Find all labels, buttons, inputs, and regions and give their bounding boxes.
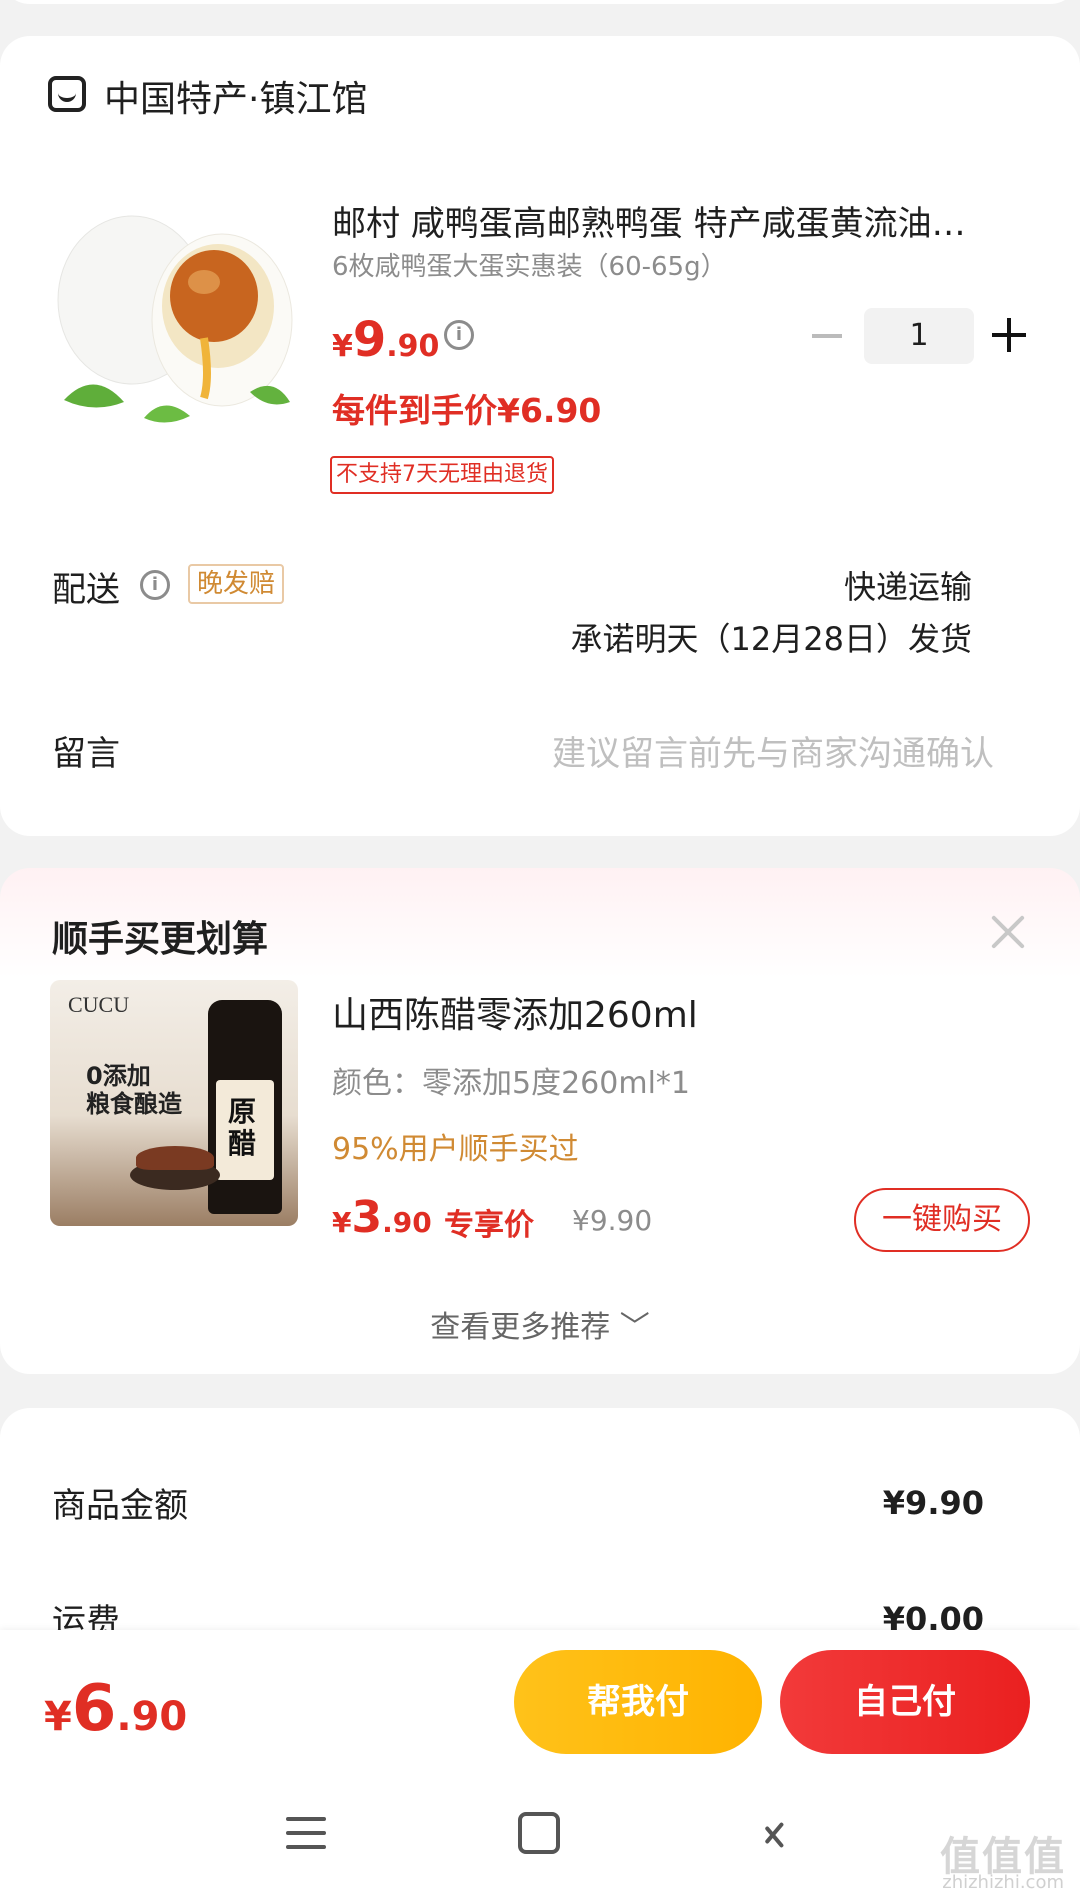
- delivery-label: 配送: [52, 570, 120, 610]
- message-input[interactable]: 建议留言前先与商家沟通确认: [552, 726, 994, 775]
- vinegar-brand-text: CUCU: [68, 992, 130, 1017]
- product-spec[interactable]: 6枚咸鸭蛋大蛋实惠装（60-65g）: [332, 246, 727, 283]
- store-icon: [48, 76, 86, 112]
- home-icon[interactable]: [518, 1812, 560, 1854]
- rec-price-symbol: ¥: [332, 1206, 352, 1239]
- vinegar-grains: [136, 1146, 214, 1170]
- bottle-label-text: 原醋: [228, 1095, 257, 1160]
- recommend-title: 顺手买更划算: [52, 919, 269, 960]
- price-info-icon[interactable]: i: [444, 320, 474, 350]
- return-policy-badge: 不支持7天无理由退货: [330, 456, 554, 494]
- price-integer: 9: [352, 312, 387, 368]
- total-decimal: .90: [116, 1694, 188, 1740]
- late-compensation-badge[interactable]: 晚发赔: [188, 564, 285, 604]
- product-image[interactable]: [54, 188, 294, 438]
- total-symbol: ¥: [44, 1694, 72, 1740]
- delivery-promise[interactable]: 承诺明天（12月28日）发货: [571, 614, 972, 660]
- price-decimal: .90: [386, 329, 440, 364]
- quantity-input[interactable]: 1: [864, 308, 974, 364]
- delivery-method[interactable]: 快递运输: [844, 562, 972, 608]
- recommend-item-bought: 95%用户顺手买过: [332, 1132, 579, 1167]
- total-integer: 6: [71, 1672, 117, 1746]
- watermark-url: zhizhizhi.com: [942, 1872, 1064, 1893]
- vinegar-bottle: 原醋: [208, 1000, 282, 1214]
- see-more-recommend[interactable]: 查看更多推荐 ﹀: [0, 1302, 1080, 1346]
- rec-price-integer: 3: [351, 1192, 383, 1243]
- one-click-buy-button[interactable]: 一键购买: [854, 1188, 1030, 1252]
- rec-price-decimal: .90: [382, 1206, 432, 1239]
- recommend-item-spec: 颜色：零添加5度260ml*1: [332, 1066, 690, 1101]
- previous-card-edge: [0, 0, 1080, 4]
- unit-price: 每件到手价¥6.90: [332, 391, 602, 430]
- close-icon[interactable]: [990, 914, 1026, 950]
- quantity-minus-button[interactable]: [812, 334, 842, 338]
- menu-icon[interactable]: [286, 1815, 326, 1851]
- price-symbol: ¥: [332, 329, 353, 364]
- product-price: ¥9.90: [332, 312, 439, 368]
- help-me-pay-button[interactable]: 帮我付: [514, 1650, 762, 1754]
- pay-myself-button[interactable]: 自己付: [780, 1650, 1030, 1754]
- message-label: 留言: [52, 734, 120, 774]
- vinegar-image[interactable]: CUCU 0添加 粮食酿造 原醋: [50, 980, 298, 1226]
- delivery-info-icon[interactable]: i: [140, 570, 170, 600]
- goods-amount-label: 商品金额: [52, 1486, 188, 1526]
- recommend-item-price: ¥3.90: [332, 1192, 432, 1243]
- exclusive-price-label: 专享价: [444, 1208, 534, 1243]
- vinegar-image-text-2: 粮食酿造: [86, 1090, 182, 1118]
- original-price: ¥9.90: [572, 1204, 653, 1237]
- goods-amount-value: ¥9.90: [882, 1484, 984, 1522]
- store-name[interactable]: 中国特产·镇江馆: [104, 70, 367, 122]
- product-title[interactable]: 邮村 咸鸭蛋高邮熟鸭蛋 特产咸蛋黄流油…: [332, 196, 1012, 245]
- recommend-item-name[interactable]: 山西陈醋零添加260ml: [332, 986, 698, 1038]
- quantity-plus-button[interactable]: [992, 318, 1026, 352]
- back-icon[interactable]: [762, 1814, 792, 1854]
- total-price: ¥6.90: [44, 1672, 187, 1746]
